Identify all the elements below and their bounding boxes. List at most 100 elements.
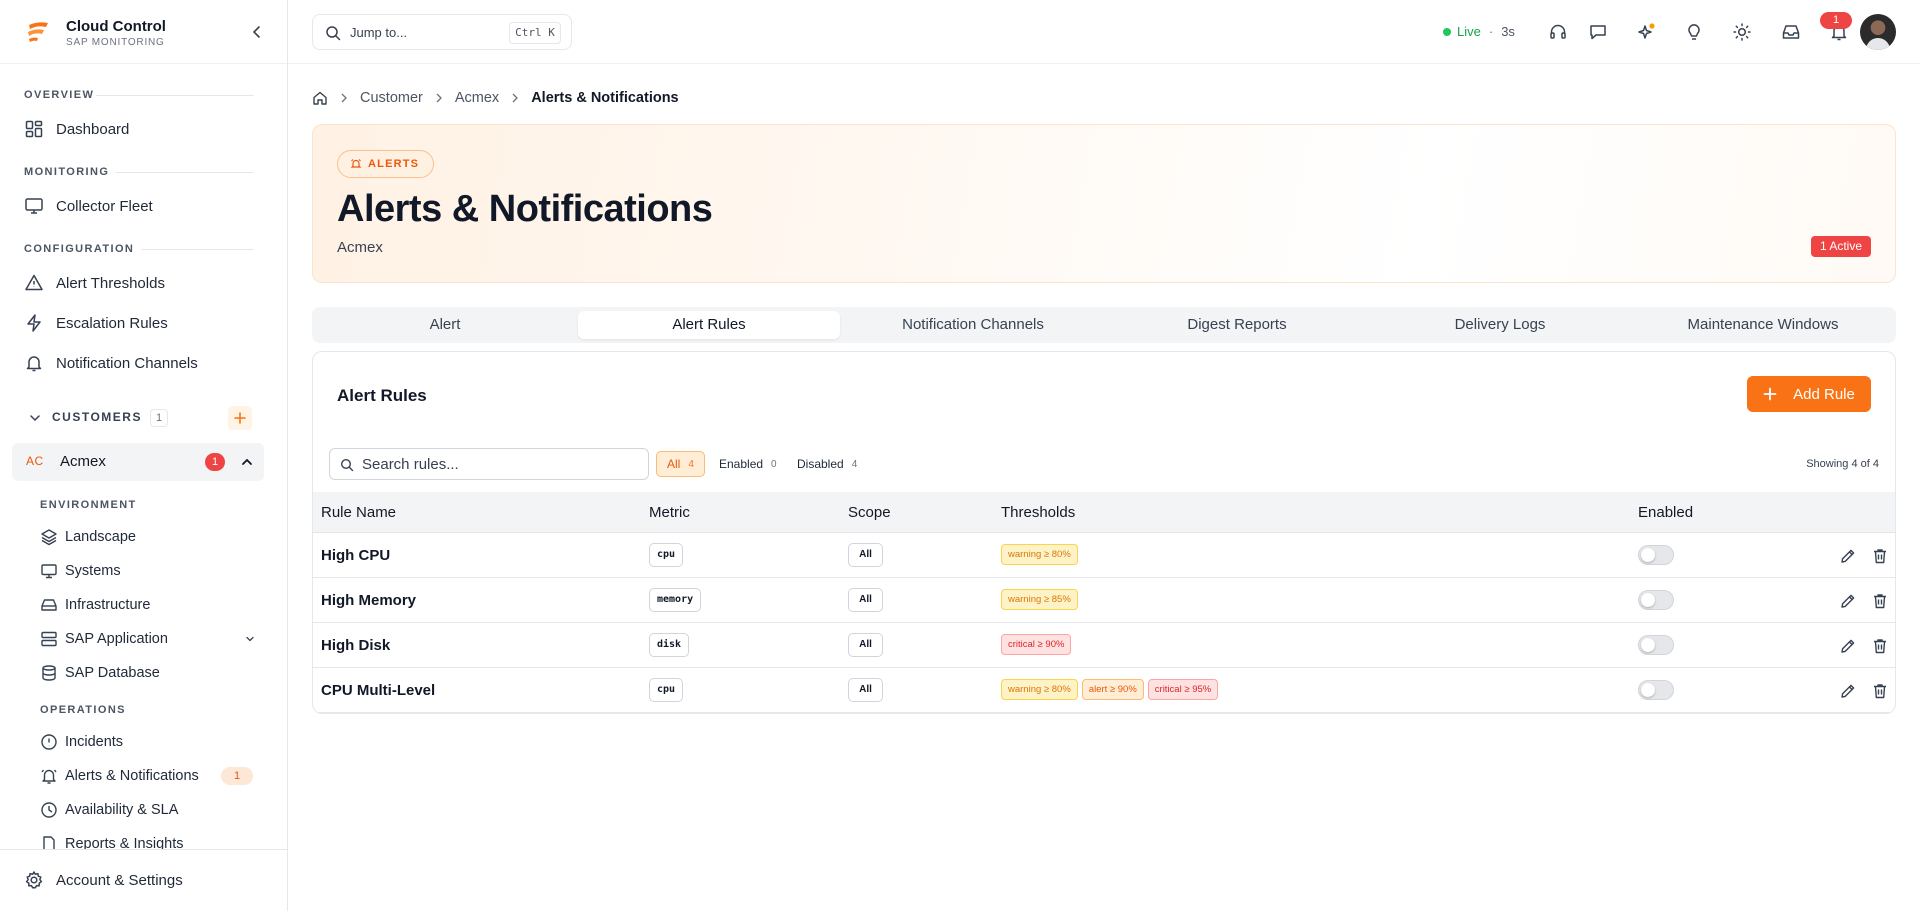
collapse-sidebar-icon[interactable]	[247, 22, 267, 42]
alerts-count-badge: 1	[221, 767, 253, 785]
live-separator: ·	[1488, 24, 1494, 39]
enabled-toggle[interactable]	[1638, 545, 1674, 565]
filter-count: 0	[771, 458, 777, 470]
sidebar-item-incidents[interactable]: Incidents	[40, 730, 123, 754]
table-row[interactable]: High Memory memory All warning ≥ 85%	[313, 578, 1895, 623]
trash-icon[interactable]	[1871, 547, 1889, 565]
column-thresholds[interactable]: Thresholds	[1001, 504, 1075, 521]
sidebar-item-notification-channels[interactable]: Notification Channels	[24, 350, 198, 376]
search-icon	[325, 25, 341, 41]
page-title: Alerts & Notifications	[337, 188, 713, 230]
edit-icon[interactable]	[1839, 592, 1857, 610]
tab-digest-reports[interactable]: Digest Reports	[1106, 311, 1368, 339]
sidebar-item-account-settings[interactable]: Account & Settings	[24, 867, 183, 893]
clock-icon	[40, 801, 58, 819]
sidebar-item-alert-thresholds[interactable]: Alert Thresholds	[24, 270, 165, 296]
column-scope[interactable]: Scope	[848, 504, 891, 521]
sidebar-item-label: Account & Settings	[56, 871, 183, 889]
table-row[interactable]: High CPU cpu All warning ≥ 80%	[313, 533, 1895, 578]
search-rules-field[interactable]	[329, 448, 649, 480]
tab-delivery-logs[interactable]: Delivery Logs	[1369, 311, 1631, 339]
filter-disabled[interactable]: Disabled 4	[787, 451, 867, 477]
alarm-icon	[350, 158, 362, 170]
column-enabled[interactable]: Enabled	[1638, 504, 1693, 521]
sidebar-item-landscape[interactable]: Landscape	[40, 525, 136, 549]
showing-count: Showing 4 of 4	[1806, 458, 1879, 470]
enabled-toggle[interactable]	[1638, 635, 1674, 655]
sidebar-item-escalation-rules[interactable]: Escalation Rules	[24, 310, 168, 336]
breadcrumb: Customer Acmex Alerts & Notifications	[312, 88, 679, 108]
scope-badge: All	[848, 678, 883, 702]
sidebar-item-collector-fleet[interactable]: Collector Fleet	[24, 193, 153, 219]
enabled-toggle[interactable]	[1638, 590, 1674, 610]
refresh-interval[interactable]: 3s	[1501, 24, 1515, 39]
column-rule-name[interactable]: Rule Name	[321, 504, 396, 521]
add-rule-button[interactable]: Add Rule	[1747, 376, 1871, 412]
toggle-knob	[1641, 548, 1655, 562]
thresholds: critical ≥ 90%	[1001, 634, 1075, 655]
tab-notification-channels[interactable]: Notification Channels	[842, 311, 1104, 339]
breadcrumb-acmex[interactable]: Acmex	[455, 90, 499, 106]
sidebar-item-sap-database[interactable]: SAP Database	[40, 661, 160, 685]
threshold-chip-critical: critical ≥ 95%	[1147, 679, 1219, 700]
filter-enabled[interactable]: Enabled 0	[709, 451, 787, 477]
edit-icon[interactable]	[1839, 682, 1857, 700]
sidebar-item-systems[interactable]: Systems	[40, 559, 121, 583]
lightbulb-icon[interactable]	[1684, 22, 1704, 42]
sidebar-item-label: SAP Application	[65, 631, 168, 647]
toggle-knob	[1641, 593, 1655, 607]
table-row[interactable]: CPU Multi-Level cpu All warning ≥ 80% al…	[313, 668, 1895, 713]
add-rule-label: Add Rule	[1793, 385, 1855, 403]
gear-icon	[24, 870, 44, 890]
enabled-toggle[interactable]	[1638, 680, 1674, 700]
table-row[interactable]: High Disk disk All critical ≥ 90%	[313, 623, 1895, 668]
chevron-up-icon[interactable]	[239, 454, 255, 470]
rule-name: CPU Multi-Level	[321, 682, 436, 699]
sidebar-item-alerts-notifications[interactable]: Alerts & Notifications	[40, 764, 199, 788]
table-header: Rule Name Metric Scope Thresholds Enable…	[313, 492, 1895, 533]
filter-all[interactable]: All 4	[656, 451, 705, 477]
trash-icon[interactable]	[1871, 637, 1889, 655]
jump-placeholder: Jump to...	[350, 25, 408, 40]
jump-to-search[interactable]: Jump to... Ctrl K	[312, 14, 572, 50]
breadcrumb-current: Alerts & Notifications	[531, 90, 679, 106]
sidebar-item-label: Escalation Rules	[56, 314, 168, 332]
inbox-icon[interactable]	[1781, 22, 1801, 42]
home-icon[interactable]	[312, 90, 328, 106]
database-icon	[40, 664, 58, 682]
sidebar-item-availability-sla[interactable]: Availability & SLA	[40, 798, 178, 822]
tab-alert[interactable]: Alert	[314, 311, 576, 339]
edit-icon[interactable]	[1839, 637, 1857, 655]
alert-rules-panel: Alert Rules Add Rule All 4 Enabled 0 Disab…	[312, 351, 1896, 714]
bell-ring-icon	[40, 767, 58, 785]
sidebar-item-label: Collector Fleet	[56, 197, 153, 215]
tab-alert-rules[interactable]: Alert Rules	[578, 311, 840, 339]
section-monitoring: MONITORING	[24, 166, 254, 178]
edit-icon[interactable]	[1839, 547, 1857, 565]
metric-badge: cpu	[649, 678, 684, 702]
add-customer-button[interactable]	[228, 406, 252, 430]
thresholds: warning ≥ 85%	[1001, 589, 1082, 610]
trash-icon[interactable]	[1871, 682, 1889, 700]
threshold-chip-warning: warning ≥ 80%	[1001, 544, 1078, 565]
chat-icon[interactable]	[1588, 22, 1608, 42]
sun-icon[interactable]	[1732, 22, 1752, 42]
chevron-down-icon[interactable]	[244, 633, 256, 645]
search-rules-input[interactable]	[362, 454, 642, 474]
monitor-icon	[24, 196, 44, 216]
sidebar-item-infrastructure[interactable]: Infrastructure	[40, 593, 150, 617]
column-metric[interactable]: Metric	[649, 504, 690, 521]
breadcrumb-customer[interactable]: Customer	[360, 90, 423, 106]
user-avatar[interactable]	[1860, 14, 1896, 50]
sidebar-item-dashboard[interactable]: Dashboard	[24, 116, 129, 142]
filter-label: All	[667, 457, 681, 471]
tab-maintenance-windows[interactable]: Maintenance Windows	[1632, 311, 1894, 339]
rule-name: High CPU	[321, 547, 391, 564]
trash-icon[interactable]	[1871, 592, 1889, 610]
headset-icon[interactable]	[1548, 22, 1568, 42]
sidebar-item-sap-application[interactable]: SAP Application	[40, 627, 258, 651]
sparkle-icon[interactable]	[1636, 22, 1656, 42]
brand-logo-icon	[26, 21, 50, 43]
customer-item-acmex[interactable]: AC Acmex 1	[12, 443, 264, 481]
chevron-down-icon[interactable]	[28, 411, 42, 425]
